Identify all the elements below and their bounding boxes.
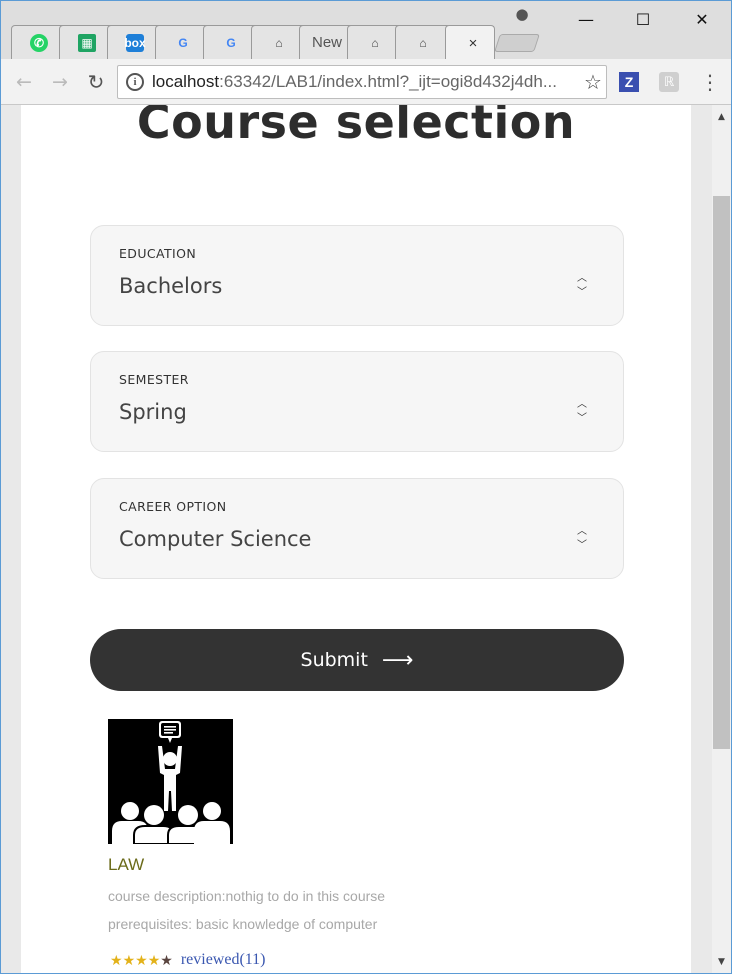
course-description: course description:nothig to do in this … — [108, 888, 386, 904]
chevron-updown-icon: ︿ ﹀ — [577, 273, 587, 298]
course-name[interactable]: LAW — [108, 855, 144, 875]
career-option-value: Computer Science — [119, 527, 312, 551]
scrollbar-thumb[interactable] — [713, 196, 730, 749]
submit-label: Submit — [300, 649, 368, 671]
url-text[interactable]: localhost:63342/LAB1/index.html?_ijt=ogi… — [152, 72, 580, 92]
scroll-down-arrow-icon[interactable]: ▼ — [712, 953, 731, 971]
extension-icon[interactable]: ℝ — [659, 72, 679, 92]
reviewed-link[interactable]: reviewed(11) — [181, 951, 266, 969]
bookmark-star-icon[interactable]: ☆ — [580, 70, 606, 94]
maximize-button[interactable]: ☐ — [628, 7, 658, 31]
url-path: :63342/LAB1/index.html?_ijt=ogi8d432j4dh… — [219, 72, 558, 91]
audience-speaker-icon — [108, 719, 233, 845]
star-icon: ★ — [135, 953, 148, 969]
new-tab-button[interactable] — [494, 34, 540, 52]
semester-value: Spring — [119, 400, 187, 424]
chevron-updown-icon: ︿ ﹀ — [577, 526, 587, 551]
whatsapp-icon: ✆ — [30, 33, 48, 52]
education-label: EDUCATION — [119, 246, 197, 261]
google-icon: G — [226, 35, 236, 50]
close-tab-icon[interactable]: × — [469, 35, 478, 52]
info-icon[interactable]: i — [126, 73, 144, 91]
rating-stars: ★★★★★ — [110, 950, 173, 969]
star-icon: ★ — [147, 953, 161, 969]
reload-icon[interactable]: ↻ — [83, 69, 109, 95]
course-prerequisites: prerequisites: basic knowledge of comput… — [108, 916, 378, 932]
star-icon: ★ — [110, 953, 123, 969]
menu-kebab-icon[interactable]: ⋮ — [700, 70, 720, 94]
tab-new-label: New — [311, 34, 342, 51]
education-value: Bachelors — [119, 274, 223, 298]
browser-window: ✆ ▦ box G G ⌂ New ⌂ ⌂ × ● — ☐ ✕ ← → ↻ i … — [0, 0, 732, 974]
home-icon: ⌂ — [419, 35, 427, 50]
google-icon: G — [178, 35, 188, 50]
education-select[interactable]: EDUCATION Bachelors ︿ ﹀ — [90, 225, 624, 326]
page-content: Course selection EDUCATION Bachelors ︿ ﹀ … — [21, 105, 691, 973]
semester-label: SEMESTER — [119, 372, 189, 387]
close-window-button[interactable]: ✕ — [687, 7, 717, 31]
tab-active[interactable]: × — [445, 25, 495, 60]
star-icon: ★ — [122, 953, 136, 969]
forward-arrow-icon[interactable]: → — [47, 69, 73, 95]
course-image — [108, 719, 233, 845]
address-bar[interactable]: i localhost:63342/LAB1/index.html?_ijt=o… — [117, 65, 607, 99]
scroll-up-arrow-icon[interactable]: ▲ — [712, 108, 731, 126]
vertical-scrollbar[interactable]: ▲ ▼ — [712, 105, 731, 973]
home-icon: ⌂ — [275, 35, 283, 50]
zotero-extension-icon[interactable]: Z — [619, 72, 639, 92]
profile-icon[interactable]: ● — [513, 5, 531, 23]
tab-home-3[interactable]: ⌂ — [395, 25, 451, 59]
tab-strip: ✆ ▦ box G G ⌂ New ⌂ ⌂ × ● — ☐ ✕ — [1, 1, 731, 61]
page-title: Course selection — [136, 105, 576, 149]
star-icon: ★ — [160, 953, 173, 969]
page-viewport: Course selection EDUCATION Bachelors ︿ ﹀ … — [1, 105, 712, 973]
course-rating: ★★★★★ reviewed(11) — [110, 950, 266, 969]
back-arrow-icon[interactable]: ← — [11, 69, 37, 95]
career-option-label: CAREER OPTION — [119, 499, 227, 514]
sheets-icon: ▦ — [78, 33, 96, 52]
home-icon: ⌂ — [371, 35, 379, 50]
minimize-button[interactable]: — — [571, 7, 601, 31]
career-option-select[interactable]: CAREER OPTION Computer Science ︿ ﹀ — [90, 478, 624, 579]
box-icon: box — [124, 33, 146, 52]
semester-select[interactable]: SEMESTER Spring ︿ ﹀ — [90, 351, 624, 452]
arrow-right-icon: ⟶ — [381, 647, 414, 673]
submit-button[interactable]: Submit ⟶ — [90, 629, 624, 691]
browser-toolbar: ← → ↻ i localhost:63342/LAB1/index.html?… — [1, 59, 731, 105]
chevron-updown-icon: ︿ ﹀ — [577, 399, 587, 424]
url-host: localhost — [152, 72, 220, 91]
